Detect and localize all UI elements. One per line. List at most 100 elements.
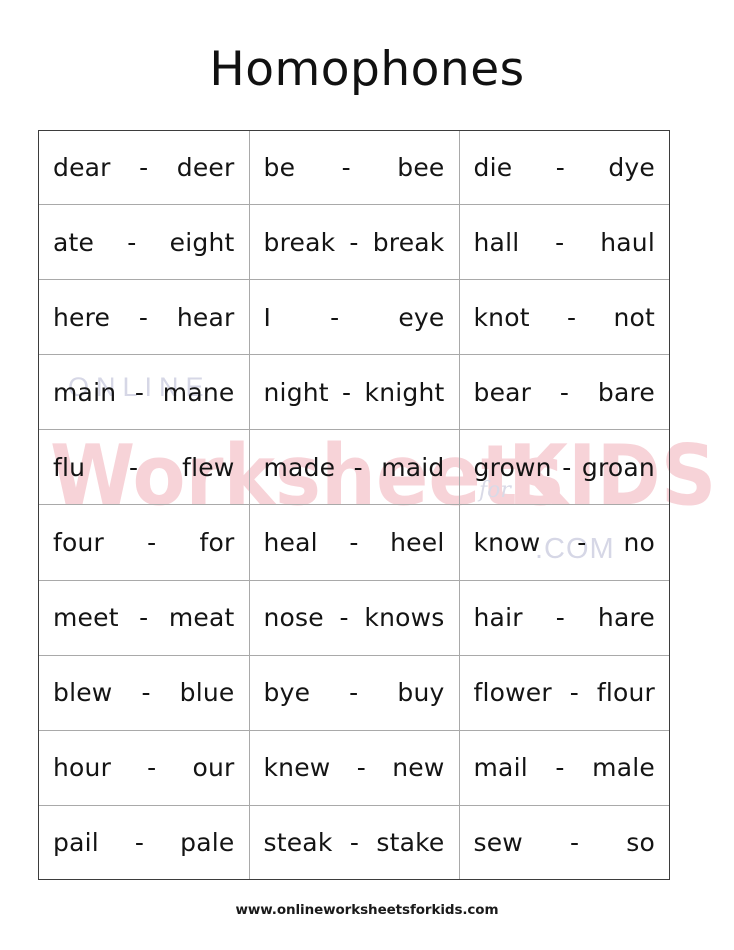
homophone-word-right: hare [597, 603, 655, 633]
homophone-pair: I - eye [264, 305, 445, 330]
homophone-cell: grown - groan [458, 429, 669, 506]
homophone-separator: - [559, 377, 570, 407]
homophone-word-right: heel [390, 527, 445, 557]
homophone-separator: - [339, 603, 349, 633]
homophone-word-left: heal [263, 527, 318, 557]
homophone-separator: - [353, 452, 363, 482]
homophone-pair: pail - pale [53, 830, 235, 855]
homophone-separator: - [138, 302, 149, 332]
homophone-cell: I - eye [248, 279, 460, 356]
homophone-word-right: dye [608, 153, 655, 183]
homophone-separator: - [341, 153, 351, 183]
homophone-separator: - [141, 678, 151, 708]
homophone-word-right: buy [397, 678, 445, 708]
homophone-cell: be - bee [248, 131, 460, 206]
table-row: pail - pale steak - stake sew - so [39, 804, 669, 879]
homophone-separator: - [349, 678, 359, 708]
homophone-pair: bear - bare [474, 380, 656, 405]
homophone-cell: night - knight [248, 354, 460, 431]
homophone-cell: ate - eight [39, 204, 250, 281]
footer-url: www.onlineworksheetsforkids.com [235, 902, 499, 918]
table-row: ate - eight break - break hall - haul [39, 204, 669, 281]
homophone-word-left: dear [53, 153, 111, 183]
homophone-pair: know - no [474, 530, 656, 555]
homophone-separator: - [134, 827, 145, 857]
homophone-word-left: pail [53, 827, 99, 857]
homophone-cell: dear - deer [39, 131, 250, 206]
homophone-pair: here - hear [53, 305, 235, 330]
homophone-word-left: meet [53, 603, 119, 633]
homophone-cell: die - dye [458, 131, 669, 206]
homophone-word-left: die [473, 153, 513, 183]
homophone-cell: blew - blue [39, 654, 250, 731]
homophone-pair: mail - male [474, 755, 656, 780]
homophone-pair: hall - haul [474, 230, 656, 255]
homophone-cell: knot - not [458, 279, 669, 356]
homophone-cell: meet - meat [39, 579, 250, 656]
page-title: Homophones [209, 42, 525, 97]
table-row: hour - our knew - new mail - male [39, 729, 669, 806]
table-row: meet - meat nose - knows hair - hare [39, 579, 669, 656]
homophone-pair: ate - eight [53, 230, 235, 255]
homophone-pair: break - break [264, 230, 445, 255]
homophone-separator: - [134, 377, 145, 407]
table-row: four - for heal - heel know - no [39, 504, 669, 581]
homophone-cell: steak - stake [248, 804, 460, 879]
homophone-word-right: blue [179, 678, 235, 708]
homophone-pair: sew - so [474, 830, 656, 855]
homophone-word-right: flour [596, 678, 655, 708]
homophone-word-left: grown [473, 452, 552, 482]
homophone-word-left: I [263, 302, 272, 332]
homophone-word-left: made [263, 452, 336, 482]
homophone-cell: hair - hare [458, 579, 669, 656]
homophone-separator: - [139, 153, 149, 183]
homophone-table-container: dear - deer be - bee die - dye ate - eight break - bre… [38, 130, 670, 880]
homophone-separator: - [342, 377, 352, 407]
homophone-cell: bye - buy [248, 654, 460, 731]
homophone-table: dear - deer be - bee die - dye ate - eight break - bre… [39, 131, 669, 879]
homophone-cell: pail - pale [39, 804, 250, 879]
homophone-word-left: hair [473, 603, 523, 633]
homophone-separator: - [555, 753, 565, 783]
worksheet-page: ONLINE Worksheets for KIDS .COM Homophon… [0, 0, 734, 950]
homophone-separator: - [555, 603, 565, 633]
homophone-word-right: knows [364, 603, 445, 633]
homophone-word-left: bye [263, 678, 311, 708]
homophone-word-left: night [263, 377, 329, 407]
homophone-separator: - [356, 753, 366, 783]
homophone-word-right: new [392, 753, 445, 783]
homophone-separator: - [569, 827, 580, 857]
homophone-cell: main - mane [39, 354, 250, 431]
homophone-word-left: nose [263, 603, 324, 633]
homophone-separator: - [330, 302, 340, 332]
homophone-pair: flower - flour [474, 680, 656, 705]
homophone-word-left: bear [473, 377, 532, 407]
homophone-cell: bear - bare [458, 354, 669, 431]
homophone-pair: be - bee [264, 155, 445, 180]
homophone-word-left: mail [473, 753, 528, 783]
homophone-separator: - [562, 452, 572, 482]
homophone-cell: nose - knows [248, 579, 460, 656]
homophone-pair: main - mane [53, 380, 235, 405]
homophone-cell: break - break [248, 204, 460, 281]
homophone-cell: sew - so [458, 804, 669, 879]
homophone-word-right: mane [162, 377, 235, 407]
homophone-pair: knew - new [264, 755, 445, 780]
homophone-cell: know - no [458, 504, 669, 581]
homophone-pair: meet - meat [53, 605, 235, 630]
homophone-word-right: not [613, 302, 655, 332]
homophone-word-right: for [199, 527, 235, 557]
homophone-word-right: eye [398, 302, 445, 332]
homophone-word-left: hour [53, 753, 112, 783]
homophone-pair: bye - buy [264, 680, 445, 705]
homophone-table-body: dear - deer be - bee die - dye ate - eight break - bre… [39, 131, 669, 879]
homophone-separator: - [569, 678, 579, 708]
homophone-pair: flu - flew [53, 455, 235, 480]
homophone-cell: made - maid [248, 429, 460, 506]
homophone-cell: hall - haul [458, 204, 669, 281]
table-row: dear - deer be - bee die - dye [39, 131, 669, 206]
homophone-word-left: blew [53, 678, 113, 708]
homophone-pair: knot - not [474, 305, 656, 330]
homophone-separator: - [129, 452, 139, 482]
homophone-cell: heal - heel [248, 504, 460, 581]
